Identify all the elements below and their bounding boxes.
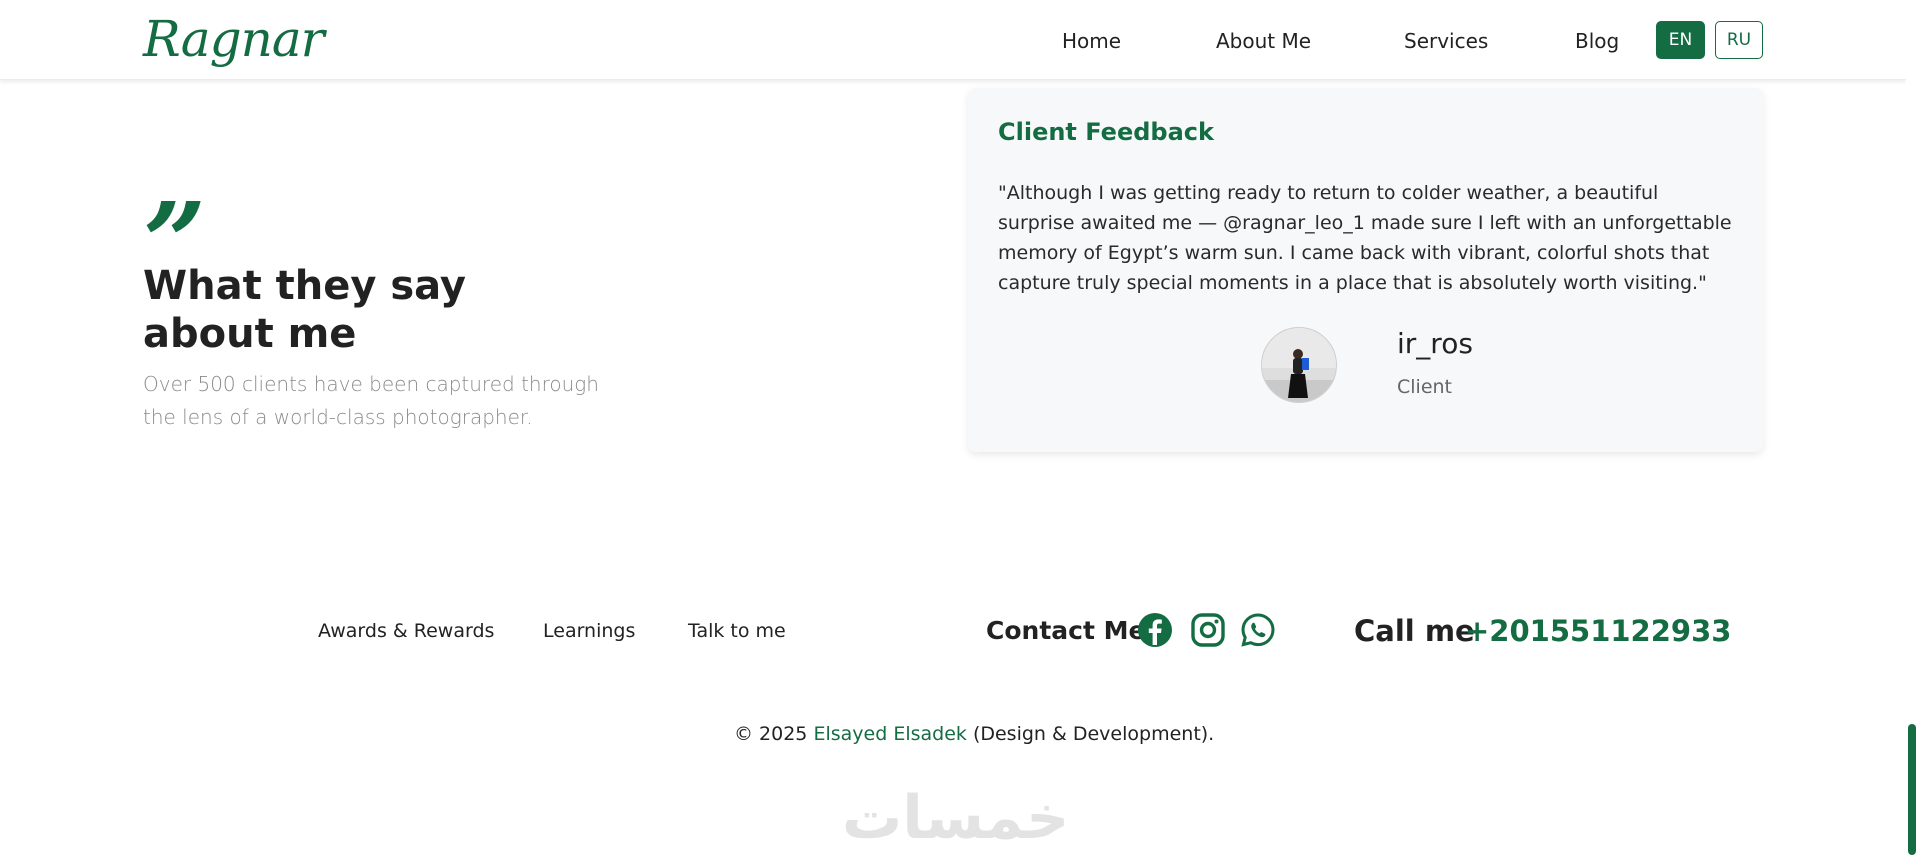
facebook-icon[interactable] [1137,612,1173,648]
footer-link-learnings[interactable]: Learnings [543,620,635,642]
copyright: © 2025 Elsayed Elsadek (Design & Develop… [734,723,1214,745]
quote-icon: ” [143,178,207,307]
nav-link-home[interactable]: Home [1062,29,1121,53]
testimonials-subtitle: Over 500 clients have been captured thro… [143,372,599,429]
client-role: Client [1397,376,1453,398]
navbar: Ragnar Home About Me Services Blog EN RU [0,0,1906,80]
client-name: ir_ros [1397,327,1473,360]
logo[interactable]: Ragnar [143,10,325,68]
feedback-card-title: Client Feedback [998,118,1214,146]
feedback-text: "Although I was getting ready to return … [998,182,1732,294]
nav-link-services[interactable]: Services [1404,29,1488,53]
scrollbar-thumb[interactable] [1908,724,1916,855]
watermark-logo: خمسات [842,783,1070,853]
contact-label: Contact Me [986,616,1146,645]
phone-number-link[interactable]: +201551122933 [1465,614,1731,648]
instagram-icon[interactable] [1190,612,1226,648]
nav-link-about[interactable]: About Me [1216,29,1311,53]
testimonials-heading: What they say about me [143,263,467,357]
footer-link-awards[interactable]: Awards & Rewards [318,620,494,642]
copyright-prefix: © 2025 [734,723,808,745]
call-label: Call me [1354,614,1475,648]
nav-link-blog[interactable]: Blog [1575,29,1619,53]
feedback-card: Client Feedback "Although I was getting … [968,88,1763,452]
lang-en-button[interactable]: EN [1656,21,1705,59]
client-photo [1262,328,1336,402]
avatar [1261,327,1337,403]
author-link[interactable]: Elsayed Elsadek [813,723,966,745]
lang-ru-button[interactable]: RU [1715,21,1763,59]
whatsapp-icon[interactable] [1240,612,1276,648]
copyright-suffix: (Design & Development). [972,723,1215,745]
footer-link-talk[interactable]: Talk to me [688,620,786,642]
